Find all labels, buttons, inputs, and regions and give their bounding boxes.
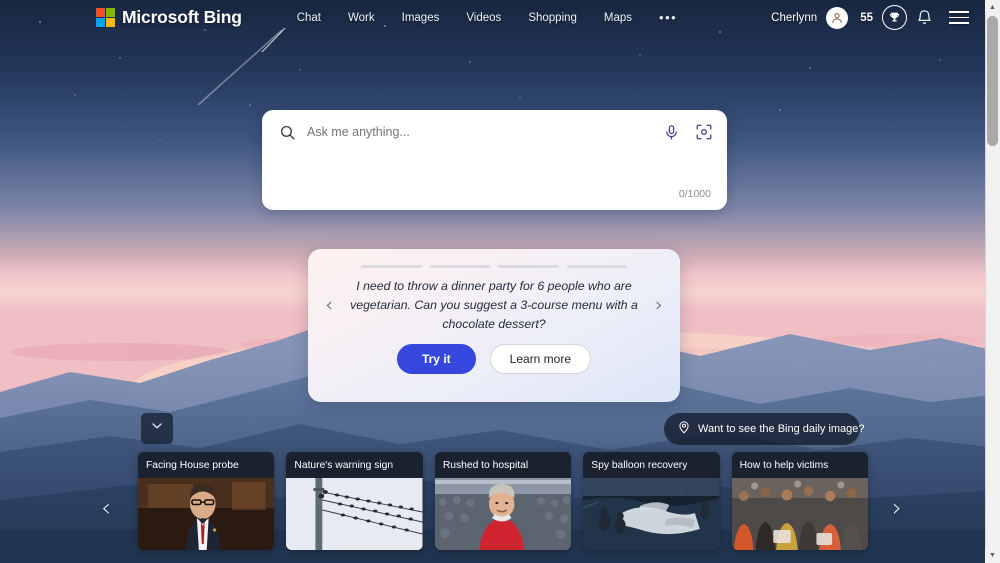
news-card[interactable]: Facing House probe (138, 452, 275, 550)
suggestion-prompt-text: I need to throw a dinner party for 6 peo… (350, 279, 638, 331)
suggestion-buttons: Try it Learn more (308, 344, 680, 375)
prompt-suggestion-card: ‹ I need to throw a dinner party for 6 p… (308, 249, 680, 402)
main-nav: Chat Work Images Videos Shopping Maps ••… (297, 10, 678, 25)
microphone-icon[interactable] (663, 124, 680, 141)
scroll-down-arrow-icon[interactable]: ▼ (985, 548, 1000, 563)
news-card[interactable]: Rushed to hospital (434, 452, 572, 550)
search-input[interactable] (307, 125, 663, 139)
visual-search-icon[interactable] (695, 123, 713, 141)
news-prev-button[interactable]: ‹ (85, 480, 127, 534)
news-card[interactable]: How to help victims (731, 452, 869, 550)
news-card[interactable]: Nature's warning sign (286, 452, 423, 550)
news-carousel: Facing House probe Nature's warning sign… (138, 452, 869, 550)
progress-segment[interactable] (361, 265, 422, 269)
hamburger-menu-icon[interactable] (949, 8, 969, 27)
trophy-icon[interactable] (882, 5, 907, 30)
try-it-button[interactable]: Try it (396, 344, 476, 375)
search-box: 0/1000 (262, 110, 727, 210)
news-card-title: Facing House probe (146, 459, 239, 471)
news-card-title: Spy balloon recovery (591, 459, 688, 471)
location-pin-icon (677, 420, 691, 439)
news-title-bar: Spy balloon recovery (583, 452, 720, 478)
chevron-right-icon[interactable]: › (642, 294, 676, 316)
news-thumbnail (731, 478, 869, 550)
bing-logo[interactable]: Microsoft Bing (96, 7, 242, 28)
news-thumbnail (434, 478, 572, 550)
nav-shopping[interactable]: Shopping (528, 12, 577, 24)
news-title-bar: How to help victims (731, 452, 869, 478)
nav-work[interactable]: Work (348, 12, 375, 24)
microsoft-logo-icon (96, 8, 115, 27)
news-card-title: How to help victims (739, 459, 829, 471)
scroll-up-arrow-icon[interactable]: ▲ (985, 0, 1000, 15)
search-row (262, 110, 727, 154)
progress-segment[interactable] (566, 265, 627, 269)
character-counter: 0/1000 (678, 188, 711, 200)
brand-title: Microsoft Bing (122, 7, 242, 27)
progress-segment[interactable] (498, 265, 559, 269)
chevron-down-icon (150, 419, 164, 438)
news-thumbnail (286, 478, 423, 550)
progress-segment[interactable] (429, 265, 490, 269)
username-label: Cherlynn (771, 11, 818, 24)
page-scrollbar[interactable]: ▲ ▼ (985, 0, 1000, 563)
scrollbar-thumb[interactable] (987, 16, 998, 146)
news-thumbnail (583, 478, 720, 550)
news-card-title: Nature's warning sign (294, 459, 394, 471)
chevron-left-icon[interactable]: ‹ (312, 294, 346, 316)
news-title-bar: Nature's warning sign (286, 452, 423, 478)
suggestion-body: ‹ I need to throw a dinner party for 6 p… (308, 268, 680, 342)
rewards-points: 55 (860, 11, 873, 24)
news-card-title: Rushed to hospital (442, 459, 529, 471)
news-next-button[interactable]: › (876, 480, 918, 534)
nav-chat[interactable]: Chat (297, 12, 321, 24)
nav-maps[interactable]: Maps (604, 12, 632, 24)
news-card[interactable]: Spy balloon recovery (583, 452, 720, 550)
user-avatar-icon[interactable] (826, 6, 849, 29)
top-navigation-bar: Microsoft Bing Chat Work Images Videos S… (0, 0, 985, 35)
news-title-bar: Rushed to hospital (434, 452, 572, 478)
news-title-bar: Facing House probe (138, 452, 275, 478)
header-actions: Cherlynn 55 (771, 5, 969, 30)
nav-images[interactable]: Images (402, 12, 440, 24)
learn-more-button[interactable]: Learn more (489, 344, 592, 375)
news-thumbnail (138, 478, 275, 550)
carousel-progress (308, 249, 680, 269)
nav-more-button[interactable]: ••• (659, 10, 677, 25)
bell-icon[interactable] (916, 9, 933, 26)
collapse-feed-button[interactable] (141, 413, 173, 444)
daily-image-banner[interactable]: Want to see the Bing daily image? (664, 413, 865, 445)
search-icon[interactable] (279, 124, 296, 141)
daily-image-label: Want to see the Bing daily image? (698, 423, 865, 435)
nav-videos[interactable]: Videos (466, 12, 501, 24)
